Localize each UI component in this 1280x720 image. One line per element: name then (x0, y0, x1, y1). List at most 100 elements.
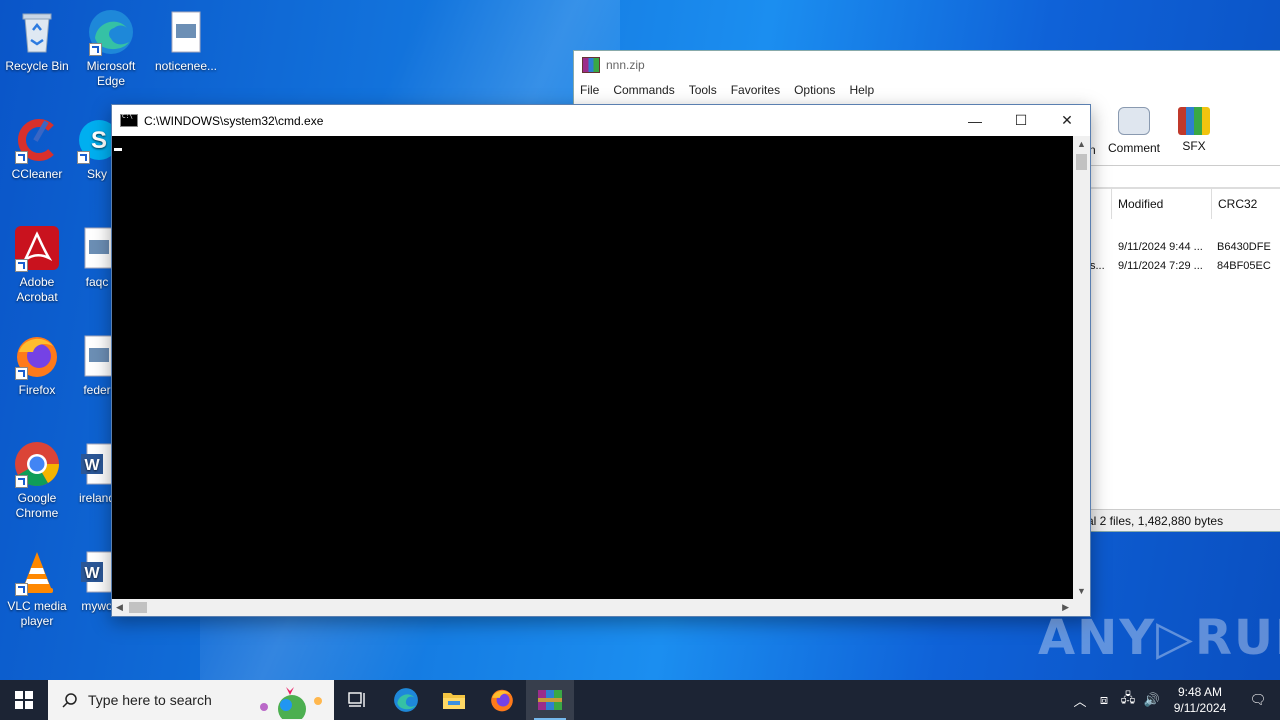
desktop-icon-adobe-acrobat[interactable]: Adobe Acrobat (1, 224, 73, 305)
winrar-titlebar[interactable]: nnn.zip (574, 51, 1280, 79)
desktop-icon-label: Google Chrome (15, 491, 59, 520)
file-row-2-name[interactable]: s... (1090, 260, 1105, 272)
cmd-titlebar[interactable]: C:\WINDOWS\system32\cmd.exe — ☐ ✕ (112, 105, 1090, 136)
sfx-label: SFX (1182, 139, 1206, 153)
cmd-title: C:\WINDOWS\system32\cmd.exe (144, 113, 324, 128)
scroll-down-icon[interactable]: ▼ (1077, 586, 1086, 596)
winrar-app-icon (582, 57, 600, 73)
close-button[interactable]: ✕ (1044, 105, 1090, 136)
firefox-icon (13, 332, 61, 380)
winrar-title: nnn.zip (606, 58, 645, 72)
clock[interactable]: 9:48 AM 9/11/2024 (1164, 684, 1236, 716)
desktop-icon-label: noticenee... (154, 59, 218, 73)
svg-text:W: W (84, 457, 100, 474)
desktop-icon-microsoft-edge[interactable]: Microsoft Edge (75, 8, 147, 89)
chrome-icon (13, 440, 61, 488)
column-crc32[interactable]: CRC32 (1211, 189, 1280, 219)
desktop-icon-label: CCleaner (11, 167, 63, 181)
network-icon[interactable]: 🖧 (1116, 689, 1140, 711)
search-highlight-icon (260, 687, 322, 719)
comment-icon (1118, 107, 1150, 135)
search-placeholder: Type here to search (88, 692, 212, 708)
winrar-menubar: File Commands Tools Favorites Options He… (574, 79, 1280, 101)
system-tray: ︿ ⧈ 🖧 🔊 9:48 AM 9/11/2024 🗨 (1068, 680, 1280, 720)
taskbar-file-explorer[interactable] (430, 680, 478, 720)
scroll-left-icon[interactable]: ◀ (116, 602, 123, 613)
shortcut-arrow-icon (15, 367, 28, 380)
firefox-icon (491, 689, 513, 712)
comment-label: Comment (1107, 141, 1160, 155)
menu-favorites[interactable]: Favorites (731, 83, 780, 97)
taskbar-winrar[interactable] (526, 680, 574, 720)
volume-icon[interactable]: 🔊 (1140, 692, 1164, 708)
clock-time: 9:48 AM (1177, 685, 1223, 699)
search-icon (62, 693, 77, 708)
taskbar-edge[interactable] (382, 680, 430, 720)
device-icon[interactable]: ⧈ (1092, 692, 1116, 708)
image-file-icon (162, 8, 210, 56)
shortcut-arrow-icon (89, 43, 102, 56)
menu-file[interactable]: File (580, 83, 599, 97)
minimize-icon: — (968, 112, 982, 129)
task-view-icon (348, 692, 365, 707)
shortcut-arrow-icon (15, 475, 28, 488)
winrar-status-text: al 2 files, 1,482,880 bytes (1087, 514, 1224, 528)
desktop-icon-label: Adobe Acrobat (16, 275, 58, 304)
horizontal-scroll-thumb[interactable] (129, 602, 147, 613)
folder-icon (443, 693, 465, 709)
notifications-icon[interactable]: 🗨 (1236, 692, 1280, 708)
desktop-icon-vlc[interactable]: VLC media player (1, 548, 73, 629)
desktop-icon-google-chrome[interactable]: Google Chrome (1, 440, 73, 521)
svg-text:S: S (91, 127, 107, 154)
desktop-icon-firefox[interactable]: Firefox (1, 332, 73, 398)
cmd-window[interactable]: C:\WINDOWS\system32\cmd.exe — ☐ ✕ ▲ ▼ ◀ … (111, 104, 1091, 617)
desktop-icon-label: VLC media player (7, 599, 67, 628)
desktop-icon-recycle-bin[interactable]: Recycle Bin (1, 8, 73, 74)
text-cursor (114, 148, 122, 151)
shortcut-arrow-icon (15, 259, 28, 272)
recycle-bin-icon (13, 8, 61, 56)
file-row-2-modified[interactable]: 9/11/2024 7:29 ... (1118, 260, 1203, 272)
close-icon: ✕ (1061, 112, 1073, 128)
clock-date: 9/11/2024 (1173, 701, 1227, 715)
shortcut-arrow-icon (15, 583, 28, 596)
winrar-icon (538, 690, 562, 710)
taskbar: Type here to search ︿ ⧈ 🖧 🔊 9:48 AM 9/11… (0, 680, 1280, 720)
anyrun-watermark: ANY▷RUN (1038, 610, 1280, 666)
column-modified[interactable]: Modified (1111, 189, 1210, 219)
minimize-button[interactable]: — (952, 105, 998, 136)
vertical-scrollbar[interactable]: ▲ ▼ (1073, 136, 1090, 599)
file-row-1-crc[interactable]: B6430DFE (1217, 241, 1271, 253)
scroll-up-icon[interactable]: ▲ (1077, 139, 1086, 149)
edge-icon (394, 688, 418, 712)
taskbar-firefox[interactable] (478, 680, 526, 720)
windows-logo-icon (15, 691, 33, 709)
start-button[interactable] (0, 680, 48, 720)
menu-commands[interactable]: Commands (613, 83, 674, 97)
console-output[interactable] (112, 136, 1073, 599)
svg-text:W: W (84, 565, 100, 582)
vlc-icon (13, 548, 61, 596)
menu-tools[interactable]: Tools (689, 83, 717, 97)
taskbar-search-box[interactable]: Type here to search (48, 680, 334, 720)
desktop-icon-label: Firefox (18, 383, 56, 397)
vertical-scroll-thumb[interactable] (1076, 154, 1087, 170)
menu-help[interactable]: Help (849, 83, 874, 97)
menu-options[interactable]: Options (794, 83, 835, 97)
file-row-2-crc[interactable]: 84BF05EC (1217, 260, 1271, 272)
task-view-button[interactable] (334, 680, 382, 720)
maximize-button[interactable]: ☐ (998, 105, 1044, 136)
file-row-1-modified[interactable]: 9/11/2024 9:44 ... (1118, 241, 1203, 253)
shortcut-arrow-icon (15, 151, 28, 164)
cmd-app-icon (120, 113, 138, 127)
adobe-acrobat-icon (13, 224, 61, 272)
desktop-icon-ccleaner[interactable]: CCleaner (1, 116, 73, 182)
comment-button[interactable]: Comment (1104, 107, 1164, 155)
maximize-icon: ☐ (1014, 112, 1028, 128)
desktop-icon-noticenee[interactable]: noticenee... (150, 8, 222, 74)
show-hidden-icons-icon[interactable]: ︿ (1068, 691, 1092, 710)
edge-icon (87, 8, 135, 56)
horizontal-scrollbar[interactable]: ◀ ▶ (112, 599, 1073, 616)
sfx-icon (1178, 107, 1210, 135)
sfx-button[interactable]: SFX (1169, 107, 1219, 153)
